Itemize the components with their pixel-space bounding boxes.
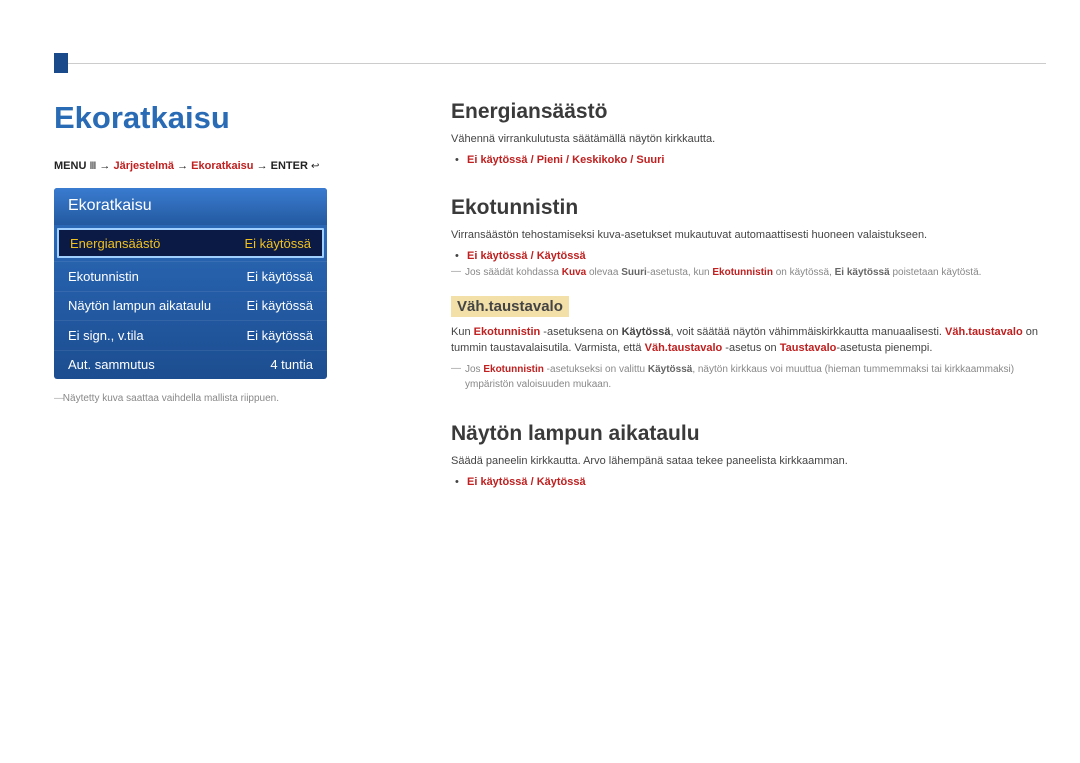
osd-menu-row-nayton-lampun[interactable]: Näytön lampun aikataulu Ei käytössä xyxy=(54,291,327,321)
osd-row-label: Näytön lampun aikataulu xyxy=(68,298,211,313)
osd-row-label: Energiansäästö xyxy=(70,236,160,251)
section-description: Kun Ekotunnistin -asetuksena on Käytössä… xyxy=(451,325,1046,357)
osd-row-label: Aut. sammutus xyxy=(68,357,155,372)
desc-highlight: Väh.taustavalo xyxy=(945,326,1023,338)
enter-icon: ↩ xyxy=(311,161,319,172)
osd-menu-row-ekotunnistin[interactable]: Ekotunnistin Ei käytössä xyxy=(54,261,327,291)
breadcrumb-part-1: Järjestelmä xyxy=(113,160,174,172)
left-column: Ekoratkaisu MENU Ⅲ → Järjestelmä → Ekora… xyxy=(54,100,409,492)
breadcrumb-menu: MENU xyxy=(54,160,86,172)
osd-menu-row-ei-sign[interactable]: Ei sign., v.tila Ei käytössä xyxy=(54,320,327,350)
section-nayton-lampun: Näytön lampun aikataulu Säädä paneelin k… xyxy=(451,422,1046,488)
breadcrumb-part-2: Ekoratkaisu xyxy=(191,160,253,172)
section-description: Vähennä virrankulutusta säätämällä näytö… xyxy=(451,132,1046,148)
section-description: Virransäästön tehostamiseksi kuva-asetuk… xyxy=(451,228,1046,244)
note-bold: Ei käytössä xyxy=(835,267,890,278)
osd-row-value: Ei käytössä xyxy=(247,269,313,284)
desc-highlight: Ekotunnistin xyxy=(474,326,541,338)
osd-row-label: Ekotunnistin xyxy=(68,269,139,284)
note-text: Jos säädät kohdassa Kuva olevaa Suuri-as… xyxy=(451,266,1046,281)
breadcrumb-enter: ENTER xyxy=(271,160,308,172)
desc-fragment: -asetusta pienempi. xyxy=(836,342,932,354)
osd-row-value: Ei käytössä xyxy=(245,236,311,251)
note-highlight: Kuva xyxy=(562,267,586,278)
section-ekotunnistin: Ekotunnistin Virransäästön tehostamiseks… xyxy=(451,196,1046,392)
osd-menu-row-energiansaasto[interactable]: Energiansäästö Ei käytössä xyxy=(57,228,324,258)
osd-menu-row-aut-sammutus[interactable]: Aut. sammutus 4 tuntia xyxy=(54,350,327,380)
section-title: Energiansäästö xyxy=(451,100,1046,124)
note-text: Jos Ekotunnistin -asetukseksi on valittu… xyxy=(451,363,1046,392)
section-title: Näytön lampun aikataulu xyxy=(451,422,1046,446)
page-title: Ekoratkaisu xyxy=(54,100,409,136)
note-fragment: Jos säädät kohdassa xyxy=(465,267,562,278)
right-column: Energiansäästö Vähennä virrankulutusta s… xyxy=(409,100,1046,492)
option-list: Ei käytössä / Käytössä xyxy=(451,250,1046,262)
desc-fragment: -asetuksena on xyxy=(540,326,621,338)
desc-highlight: Väh.taustavalo xyxy=(645,342,723,354)
note-fragment: olevaa xyxy=(586,267,621,278)
note-highlight: Ekotunnistin xyxy=(483,364,544,375)
osd-menu-box: Ekoratkaisu Energiansäästö Ei käytössä E… xyxy=(54,188,327,379)
subsection-title: Väh.taustavalo xyxy=(451,296,569,317)
note-bold: Suuri xyxy=(621,267,647,278)
desc-fragment: , voit säätää näytön vähimmäiskirkkautta… xyxy=(671,326,946,338)
desc-fragment: Kun xyxy=(451,326,474,338)
desc-highlight: Taustavalo xyxy=(780,342,837,354)
osd-menu-header: Ekoratkaisu xyxy=(54,188,327,225)
note-fragment: Jos xyxy=(465,364,483,375)
osd-row-value: Ei käytössä xyxy=(247,298,313,313)
menu-grid-icon: Ⅲ xyxy=(89,161,96,172)
breadcrumb: MENU Ⅲ → Järjestelmä → Ekoratkaisu → ENT… xyxy=(54,160,409,172)
section-title: Ekotunnistin xyxy=(451,196,1046,220)
osd-row-label: Ei sign., v.tila xyxy=(68,328,144,343)
note-highlight: Ekotunnistin xyxy=(712,267,773,278)
section-description: Säädä paneelin kirkkautta. Arvo lähempän… xyxy=(451,454,1046,470)
option-list: Ei käytössä / Pieni / Keskikoko / Suuri xyxy=(451,154,1046,166)
option-list: Ei käytössä / Käytössä xyxy=(451,476,1046,488)
page-top-rule xyxy=(54,63,1046,64)
image-caption: Näytetty kuva saattaa vaihdella mallista… xyxy=(54,393,409,404)
note-fragment: poistetaan käytöstä. xyxy=(890,267,982,278)
section-energiansaasto: Energiansäästö Vähennä virrankulutusta s… xyxy=(451,100,1046,166)
desc-bold: Käytössä xyxy=(622,326,671,338)
note-fragment: -asetukseksi on valittu xyxy=(544,364,648,375)
note-fragment: -asetusta, kun xyxy=(647,267,713,278)
desc-fragment: -asetus on xyxy=(722,342,779,354)
page-content: Ekoratkaisu MENU Ⅲ → Järjestelmä → Ekora… xyxy=(0,0,1080,492)
note-fragment: on käytössä, xyxy=(773,267,835,278)
note-bold: Käytössä xyxy=(648,364,692,375)
osd-row-value: 4 tuntia xyxy=(270,357,313,372)
osd-row-value: Ei käytössä xyxy=(247,328,313,343)
